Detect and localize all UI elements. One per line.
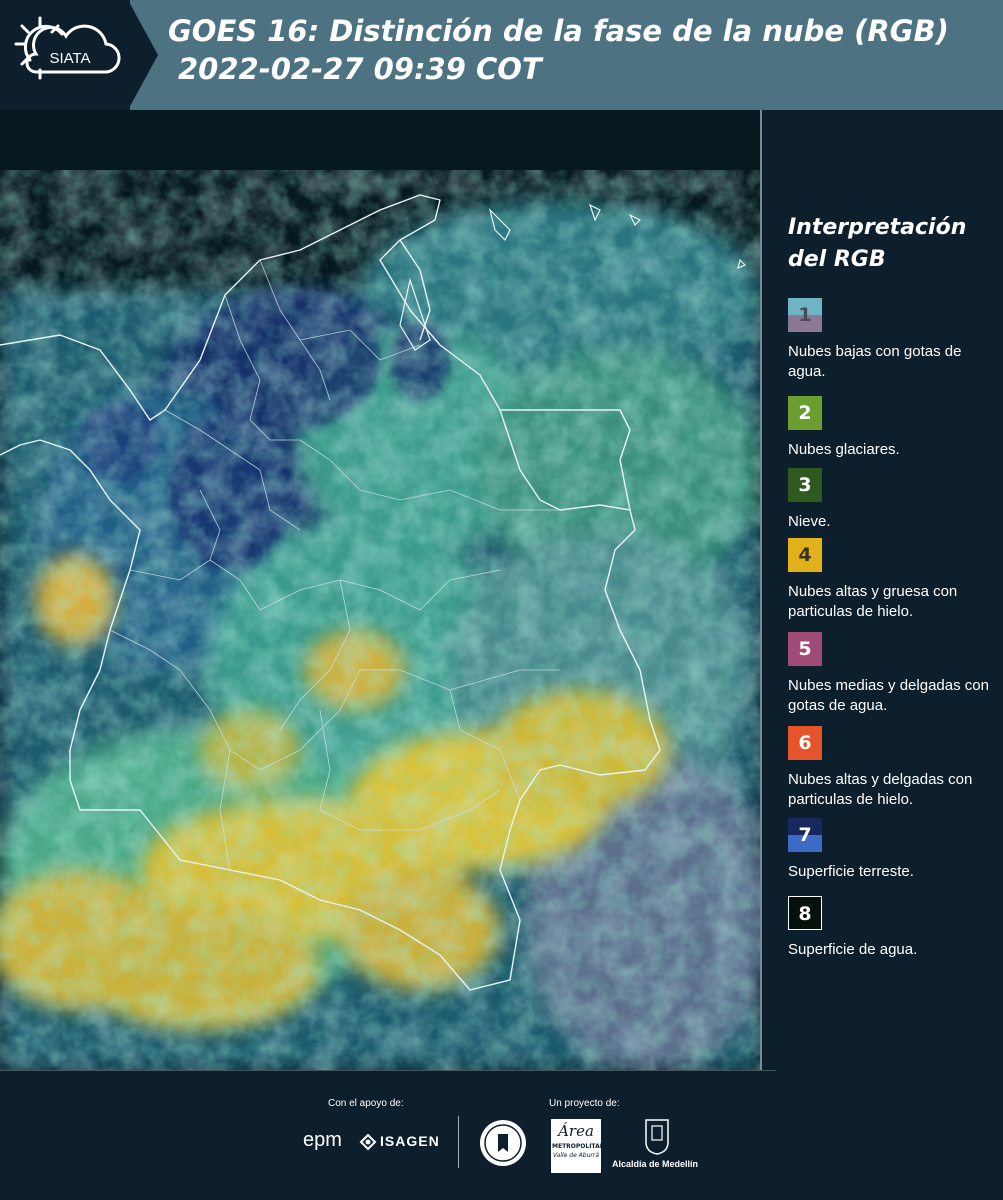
legend-item-5: 5 Nubes medias y delgadas con gotas de ag…	[788, 632, 998, 716]
header: SIATA GOES 16: Distinción de la fase de …	[0, 0, 1003, 110]
alcaldia-logo: Alcaldía de Medellín	[612, 1159, 699, 1169]
legend-item-7: 7 Superficie terreste.	[788, 818, 998, 882]
legend-label: Nubes glaciares.	[788, 441, 900, 458]
epm-logo: epm	[303, 1129, 342, 1151]
siata-logo: SIATA	[0, 0, 130, 110]
legend-swatch: 3	[788, 468, 822, 502]
title-timestamp: 2022-02-27 09:39 COT	[178, 52, 542, 86]
legend-swatch: 2	[788, 396, 822, 430]
legend-label: Nubes bajas con gotas de agua.	[788, 343, 962, 380]
sun-cloud-icon: SIATA	[14, 16, 121, 80]
legend-number: 4	[798, 544, 812, 566]
legend-item-6: 6 Nubes altas y delgadas con particulas d…	[788, 726, 998, 810]
legend-number: 1	[798, 304, 812, 326]
satellite-rgb-map	[0, 110, 760, 1070]
legend-label: Nubes altas y delgadas con particulas de…	[788, 771, 973, 808]
isagen-icon	[359, 1133, 377, 1151]
medellin-shield-icon	[645, 1119, 669, 1155]
page-title: GOES 16: Distinción de la fase de la nub…	[168, 12, 949, 88]
legend-item-4: 4 Nubes altas y gruesa con particulas de …	[788, 538, 998, 622]
university-seal-icon	[480, 1120, 526, 1166]
legend-number: 8	[798, 903, 812, 925]
legend-swatch: 1	[788, 298, 822, 332]
legend-label: Nieve.	[788, 513, 831, 530]
legend-number: 5	[798, 638, 812, 660]
legend-number: 6	[798, 732, 812, 754]
legend-swatch: 4	[788, 538, 822, 572]
support-label: Con el apoyo de:	[328, 1098, 404, 1109]
title-line-1: GOES 16: Distinción de la fase de la nub…	[168, 14, 949, 48]
legend-swatch: 5	[788, 632, 822, 666]
svg-text:SIATA: SIATA	[49, 50, 90, 67]
legend-swatch: 8	[788, 896, 822, 930]
legend-label: Nubes medias y delgadas con gotas de agu…	[788, 677, 989, 714]
isagen-logo: ISAGEN	[380, 1133, 440, 1149]
legend-swatch: 6	[788, 726, 822, 760]
legend-number: 7	[798, 824, 812, 846]
legend-number: 2	[798, 402, 812, 424]
legend-item-3: 3 Nieve.	[788, 468, 998, 532]
footer: Con el apoyo de: Un proyecto de: epm ISA…	[0, 1071, 1003, 1200]
legend: Interpretación del RGB 1 Nubes bajas con …	[788, 212, 989, 958]
legend-item-8: 8 Superficie de agua.	[788, 896, 998, 960]
project-label: Un proyecto de:	[549, 1098, 620, 1109]
legend-swatch: 7	[788, 818, 822, 852]
legend-title: Interpretación del RGB	[788, 215, 967, 272]
legend-label: Superficie de agua.	[788, 941, 918, 958]
legend-item-1: 1 Nubes bajas con gotas de agua.	[788, 298, 998, 382]
legend-label: Nubes altas y gruesa con particulas de h…	[788, 583, 958, 620]
legend-number: 3	[798, 474, 812, 496]
legend-item-2: 2 Nubes glaciares.	[788, 396, 998, 460]
area-metropolitana-logo: Área METROPOLITANA Valle de Aburrá	[551, 1119, 609, 1173]
legend-label: Superficie terreste.	[788, 863, 914, 880]
